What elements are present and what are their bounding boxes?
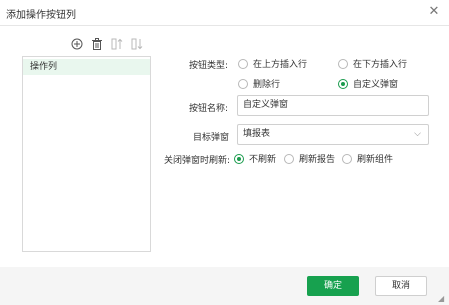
ok-button[interactable]: 确定 (307, 276, 359, 296)
radio-circle[interactable] (238, 58, 248, 69)
radio-circle[interactable] (284, 153, 294, 164)
refresh-on-close-label: 关闭弹窗时刷新: (164, 156, 231, 166)
button-name-input[interactable]: 自定义弹窗 (237, 95, 429, 116)
radio-circle[interactable] (338, 78, 348, 89)
button-name-label: 按钮名称: (189, 104, 229, 114)
list-toolbar (70, 37, 144, 51)
dialog-titlebar: 添加操作按钮列 ✕ (0, 0, 449, 26)
radio-refresh-component[interactable]: 刷新组件 (342, 152, 393, 165)
add-icon[interactable] (70, 37, 84, 51)
cancel-button[interactable]: 取消 (375, 276, 427, 296)
radio-circle[interactable] (234, 153, 244, 164)
radio-label: 在上方插入行 (253, 60, 308, 70)
radio-refresh-report[interactable]: 刷新报告 (284, 152, 335, 165)
radio-circle[interactable] (342, 153, 352, 164)
move-down-icon[interactable] (130, 37, 144, 51)
radio-label: 刷新报告 (299, 155, 336, 165)
list-item[interactable]: 操作列 (23, 59, 150, 75)
button-column-list: 操作列 (22, 56, 151, 252)
radio-insert-above[interactable]: 在上方插入行 (238, 57, 307, 70)
close-icon[interactable]: ✕ (427, 5, 441, 19)
dialog-title: 添加操作按钮列 (6, 10, 76, 21)
radio-no-refresh[interactable]: 不刷新 (234, 152, 276, 165)
target-popup-value: 填报表 (243, 129, 271, 139)
resize-grip-icon[interactable]: ◢ (438, 294, 446, 303)
move-up-icon[interactable] (110, 37, 124, 51)
radio-label: 在下方插入行 (353, 60, 408, 70)
target-popup-label: 目标弹窗 (193, 133, 230, 143)
radio-circle[interactable] (338, 58, 348, 69)
button-type-label: 按钮类型: (189, 61, 229, 71)
radio-label: 不刷新 (249, 155, 277, 165)
radio-insert-below[interactable]: 在下方插入行 (338, 57, 407, 70)
radio-label: 删除行 (253, 80, 281, 90)
radio-custom-popup[interactable]: 自定义弹窗 (338, 77, 398, 90)
radio-circle[interactable] (238, 78, 248, 89)
radio-delete-row[interactable]: 删除行 (238, 77, 280, 90)
delete-icon[interactable] (90, 37, 104, 51)
target-popup-select[interactable]: 填报表 ⌵ (237, 124, 429, 145)
chevron-down-icon: ⌵ (414, 129, 421, 139)
radio-label: 自定义弹窗 (353, 80, 399, 90)
radio-label: 刷新组件 (357, 155, 394, 165)
add-action-button-column-dialog: 添加操作按钮列 ✕ 操作列 按钮类型: 在上方插入行 在下方插入行 删除行 自定… (0, 0, 449, 305)
